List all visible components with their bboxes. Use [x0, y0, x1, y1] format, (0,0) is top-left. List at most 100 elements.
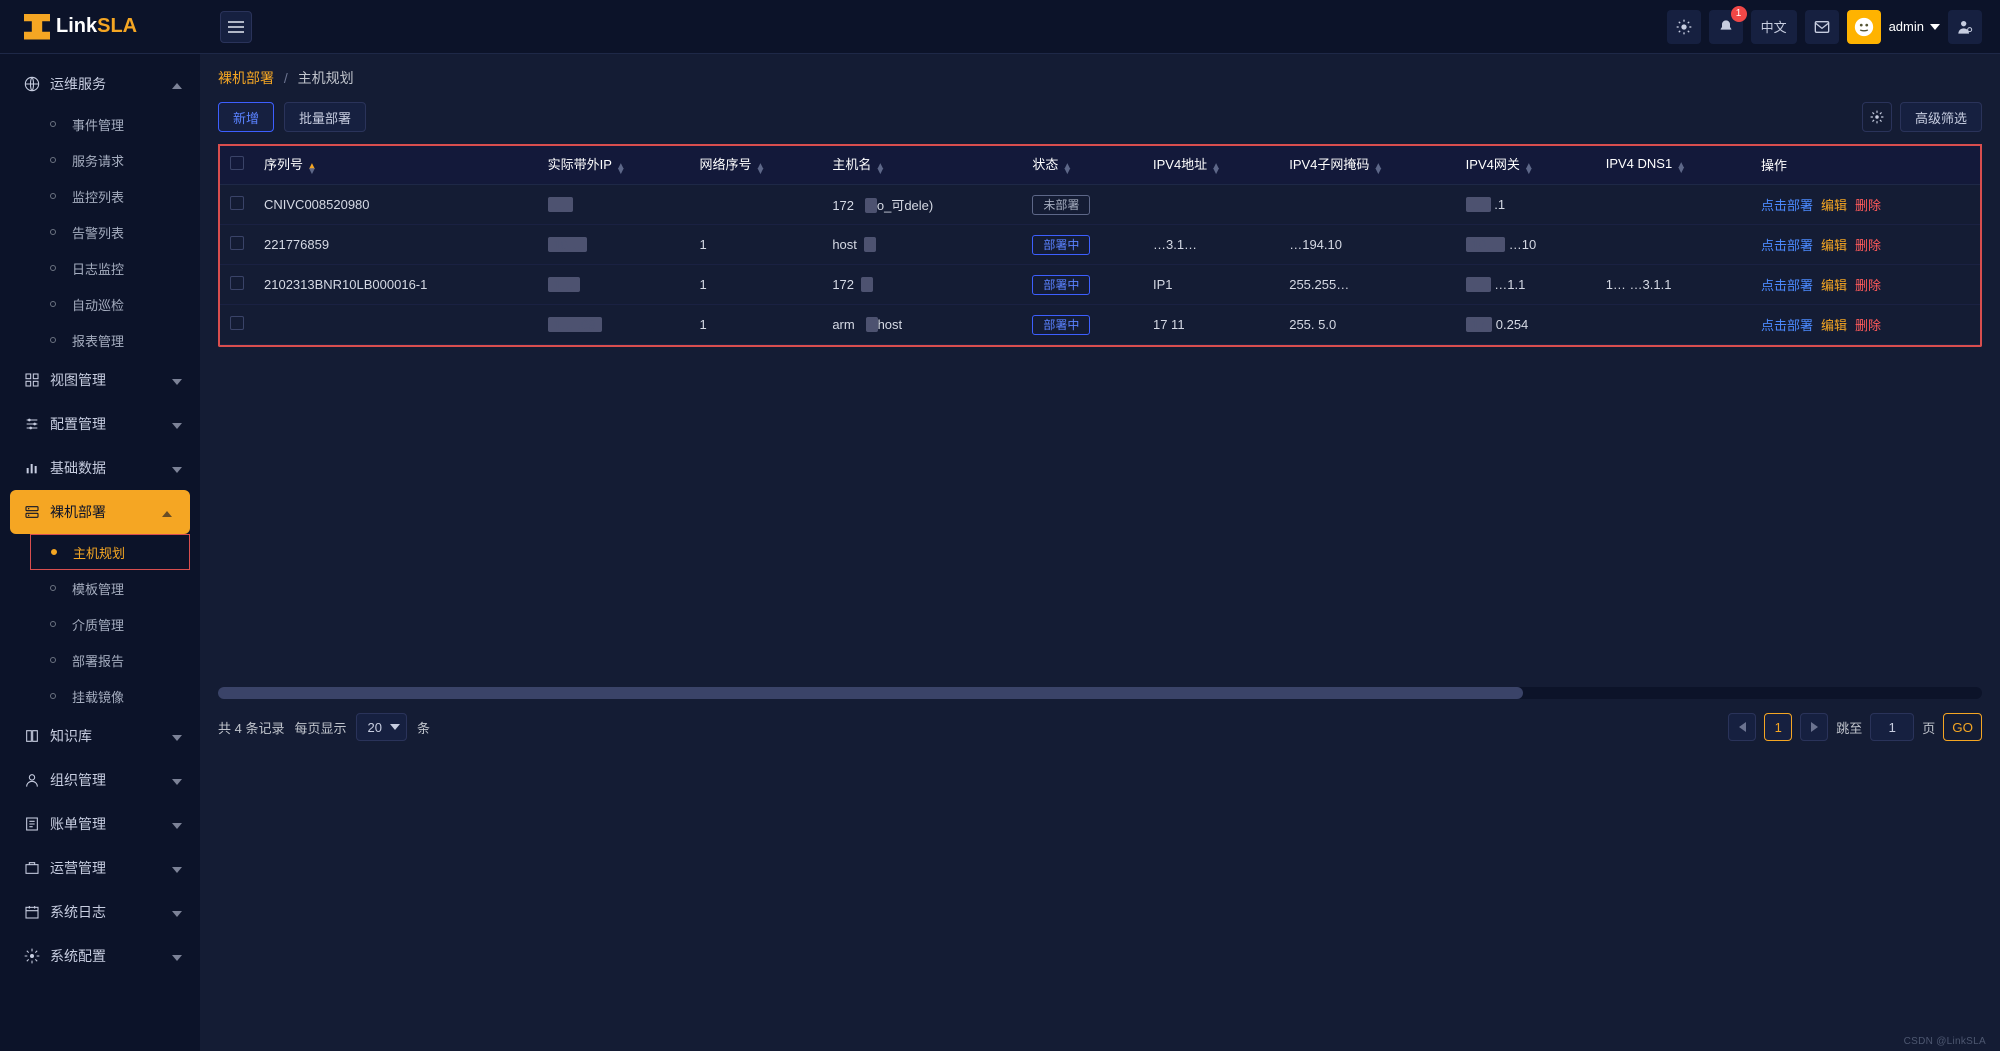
col-ipv4-addr[interactable]: IPV4地址 — [1153, 157, 1207, 172]
sidebar-subitem-告警列表[interactable]: 告警列表 — [0, 214, 200, 250]
cell-ipv4-gw: 17 0.254 — [1456, 305, 1596, 345]
select-all-checkbox[interactable] — [230, 156, 244, 170]
col-oob-ip[interactable]: 实际带外IP — [548, 157, 612, 172]
action-edit[interactable]: 编辑 — [1821, 318, 1847, 333]
batch-deploy-button[interactable]: 批量部署 — [284, 102, 366, 132]
language-button[interactable]: 中文 — [1751, 10, 1797, 44]
sidebar-subitem-部署报告[interactable]: 部署报告 — [0, 642, 200, 678]
row-checkbox[interactable] — [230, 196, 244, 210]
action-deploy[interactable]: 点击部署 — [1761, 238, 1813, 253]
row-checkbox[interactable] — [230, 276, 244, 290]
sidebar-subitem-模板管理[interactable]: 模板管理 — [0, 570, 200, 606]
page-size-select[interactable]: 20 — [356, 713, 406, 741]
cell-serial — [254, 305, 538, 345]
total-records: 共 4 条记录 — [218, 718, 284, 737]
sidebar-item-系统配置[interactable]: 系统配置 — [0, 934, 200, 978]
horizontal-scrollbar[interactable] — [218, 687, 1982, 699]
column-settings-button[interactable] — [1862, 102, 1892, 132]
sidebar-item-知识库[interactable]: 知识库 — [0, 714, 200, 758]
user-menu[interactable]: admin — [1889, 19, 1940, 34]
action-deploy[interactable]: 点击部署 — [1761, 278, 1813, 293]
sidebar-item-组织管理[interactable]: 组织管理 — [0, 758, 200, 802]
cell-oob-ip: 1… .09 — [538, 305, 690, 345]
logo: LinkSLA — [0, 14, 200, 40]
add-button[interactable]: 新增 — [218, 102, 274, 132]
cell-ipv4-dns1 — [1596, 305, 1751, 345]
sidebar-item-系统日志[interactable]: 系统日志 — [0, 890, 200, 934]
sidebar-subitem-自动巡检[interactable]: 自动巡检 — [0, 286, 200, 322]
cell-serial: 221776859 — [254, 225, 538, 265]
col-hostname[interactable]: 主机名 — [832, 157, 871, 172]
cell-ipv4-mask: 255.255… — [1279, 265, 1455, 305]
col-ipv4-mask[interactable]: IPV4子网掩码 — [1289, 157, 1369, 172]
sidebar-item-视图管理[interactable]: 视图管理 — [0, 358, 200, 402]
action-deploy[interactable]: 点击部署 — [1761, 198, 1813, 213]
next-page-button[interactable] — [1800, 713, 1828, 741]
collapse-sidebar-button[interactable] — [220, 11, 252, 43]
per-page-label: 每页显示 — [294, 718, 346, 737]
cell-ipv4-mask: …194.10 — [1279, 225, 1455, 265]
sidebar-item-基础数据[interactable]: 基础数据 — [0, 446, 200, 490]
table-footer: 共 4 条记录 每页显示 20 条 1 跳至 页 GO — [218, 713, 1982, 741]
data-table: 序列号▲▼ 实际带外IP▲▼ 网络序号▲▼ 主机名▲▼ 状态▲▼ IPV4地址▲… — [220, 144, 1980, 345]
action-delete[interactable]: 删除 — [1855, 318, 1881, 333]
jump-label: 跳至 — [1836, 718, 1862, 737]
col-net-seq[interactable]: 网络序号 — [699, 157, 751, 172]
action-edit[interactable]: 编辑 — [1821, 198, 1847, 213]
go-button[interactable]: GO — [1943, 713, 1982, 741]
col-serial[interactable]: 序列号 — [264, 157, 303, 172]
cell-ipv4-addr: …3.1… — [1143, 225, 1279, 265]
avatar[interactable] — [1847, 10, 1881, 44]
action-delete[interactable]: 删除 — [1855, 278, 1881, 293]
logo-icon — [24, 14, 50, 40]
theme-toggle-button[interactable] — [1667, 10, 1701, 44]
sidebar-subitem-介质管理[interactable]: 介质管理 — [0, 606, 200, 642]
sidebar-subitem-监控列表[interactable]: 监控列表 — [0, 178, 200, 214]
sidebar-subitem-事件管理[interactable]: 事件管理 — [0, 106, 200, 142]
scrollbar-thumb[interactable] — [218, 687, 1523, 699]
sidebar-item-运营管理[interactable]: 运营管理 — [0, 846, 200, 890]
sidebar-subitem-服务请求[interactable]: 服务请求 — [0, 142, 200, 178]
cell-ipv4-addr — [1143, 185, 1279, 225]
advanced-filter-button[interactable]: 高级筛选 — [1900, 102, 1982, 132]
page-1-button[interactable]: 1 — [1764, 713, 1792, 741]
cell-oob-ip: 1… — [538, 265, 690, 305]
sidebar-item-账单管理[interactable]: 账单管理 — [0, 802, 200, 846]
notifications-button[interactable]: 1 — [1709, 10, 1743, 44]
sidebar-subitem-报表管理[interactable]: 报表管理 — [0, 322, 200, 358]
cell-oob-ip: … — [538, 185, 690, 225]
cell-ipv4-dns1 — [1596, 225, 1751, 265]
action-deploy[interactable]: 点击部署 — [1761, 318, 1813, 333]
jump-page-input[interactable] — [1870, 713, 1914, 741]
cell-ipv4-addr: 17 11 — [1143, 305, 1279, 345]
sidebar-item-运维服务[interactable]: 运维服务 — [0, 62, 200, 106]
logo-text: LinkSLA — [56, 15, 137, 38]
prev-page-button[interactable] — [1728, 713, 1756, 741]
cell-ipv4-mask: 255. 5.0 — [1279, 305, 1455, 345]
cell-hostname: 172 — [822, 265, 1022, 305]
sidebar-subitem-日志监控[interactable]: 日志监控 — [0, 250, 200, 286]
action-edit[interactable]: 编辑 — [1821, 238, 1847, 253]
inbox-button[interactable] — [1805, 10, 1839, 44]
action-delete[interactable]: 删除 — [1855, 238, 1881, 253]
cell-status: 部署中 — [1022, 225, 1143, 265]
action-edit[interactable]: 编辑 — [1821, 278, 1847, 293]
action-delete[interactable]: 删除 — [1855, 198, 1881, 213]
breadcrumb-current: 主机规划 — [298, 70, 354, 86]
cell-oob-ip: 10… — [538, 225, 690, 265]
cell-hostname: arm host — [822, 305, 1022, 345]
sidebar-item-配置管理[interactable]: 配置管理 — [0, 402, 200, 446]
row-checkbox[interactable] — [230, 236, 244, 250]
breadcrumb-root[interactable]: 裸机部署 — [218, 70, 274, 86]
col-ipv4-dns1[interactable]: IPV4 DNS1 — [1606, 156, 1672, 171]
breadcrumb: 裸机部署 / 主机规划 — [218, 68, 1982, 88]
row-checkbox[interactable] — [230, 316, 244, 330]
table-row: 22177685910…1host 部署中…3.1……194.1010… …10… — [220, 225, 1980, 265]
sidebar-item-裸机部署[interactable]: 裸机部署 — [10, 490, 190, 534]
sidebar-subitem-主机规划[interactable]: 主机规划 — [30, 534, 190, 570]
sidebar-subitem-挂载镜像[interactable]: 挂载镜像 — [0, 678, 200, 714]
col-ipv4-gw[interactable]: IPV4网关 — [1466, 157, 1520, 172]
col-status[interactable]: 状态 — [1032, 157, 1058, 172]
user-settings-button[interactable] — [1948, 10, 1982, 44]
cell-serial: 2102313BNR10LB000016-1 — [254, 265, 538, 305]
